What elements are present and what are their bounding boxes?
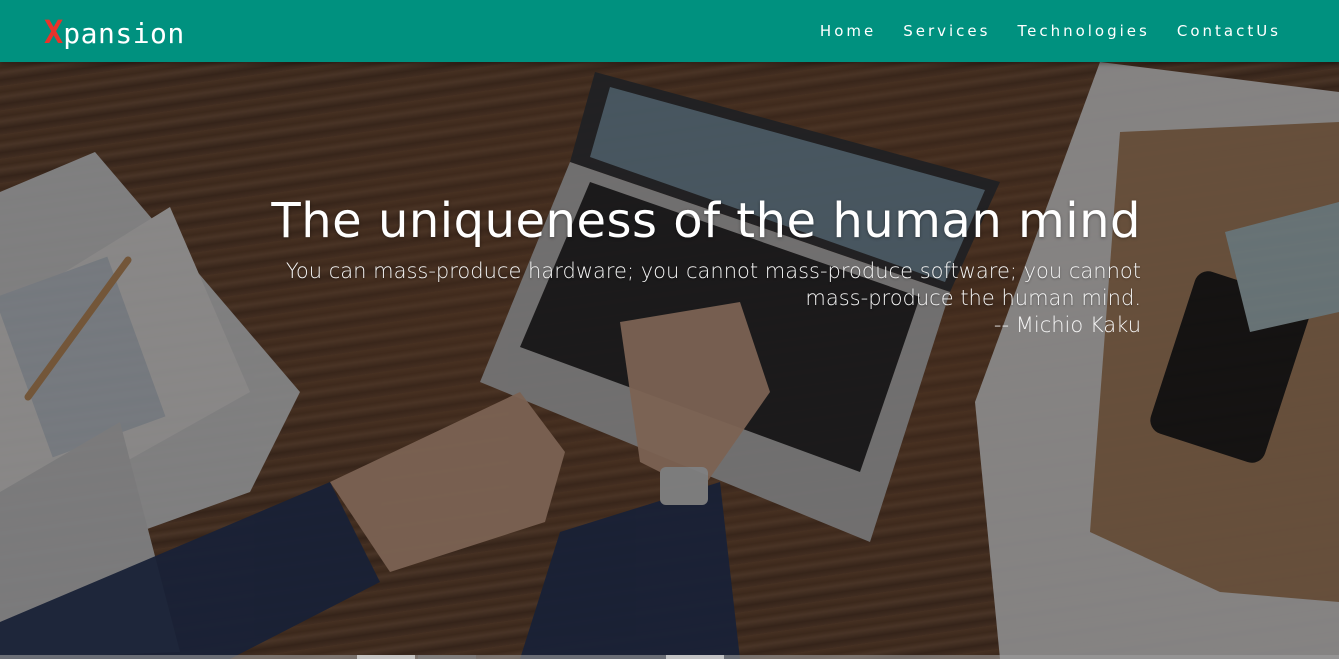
carousel-indicator[interactable] [666, 655, 724, 659]
hero-dark-overlay [0, 62, 1339, 659]
carousel-indicator[interactable] [357, 655, 415, 659]
hero-caption: The uniqueness of the human mind You can… [181, 190, 1141, 339]
nav-item-services: Services [903, 0, 990, 62]
carousel-indicator[interactable] [418, 655, 476, 659]
navbar: X pansion Home Services Technologies Con… [0, 0, 1339, 62]
nav-item-home: Home [820, 0, 876, 62]
nav-menu: Home Services Technologies ContactUs [820, 0, 1281, 62]
logo-x-letter: X [44, 13, 64, 51]
nav-link-services[interactable]: Services [903, 0, 990, 62]
nav-item-technologies: Technologies [1017, 0, 1149, 62]
nav-link-contactus[interactable]: ContactUs [1177, 0, 1281, 62]
hero-quote-author: -- Michio Kaku [993, 313, 1141, 337]
nav-link-technologies[interactable]: Technologies [1017, 0, 1149, 62]
carousel-indicators [0, 655, 1339, 659]
brand-logo[interactable]: X pansion [44, 13, 185, 51]
nav-item-contactus: ContactUs [1177, 0, 1281, 62]
logo-text: pansion [63, 17, 185, 50]
nav-link-home[interactable]: Home [820, 0, 876, 62]
hero-quote: You can mass-produce hardware; you canno… [285, 259, 1141, 310]
hero-carousel: The uniqueness of the human mind You can… [0, 62, 1339, 659]
hero-heading: The uniqueness of the human mind [271, 193, 1141, 249]
